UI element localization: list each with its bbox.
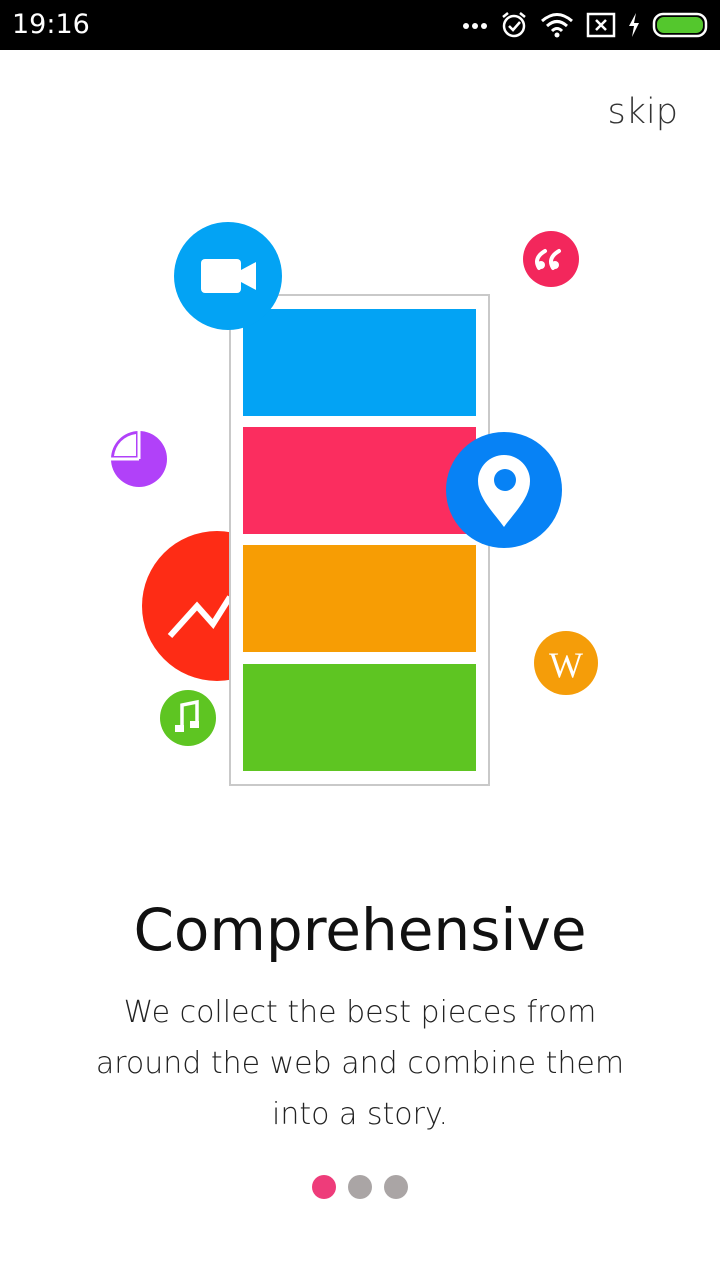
onboarding-description: We collect the best pieces from around t… [95,995,625,1132]
quote-icon [523,231,579,287]
onboarding-title: Comprehensive [133,896,587,964]
page-indicator [0,1175,720,1199]
wiki-letter: W [549,645,583,685]
location-pin-icon [446,432,562,548]
page-dot-2[interactable] [348,1175,372,1199]
page-dot-1[interactable] [312,1175,336,1199]
pie-chart-icon [111,431,167,487]
wikipedia-icon: W [534,631,598,695]
onboarding-illustration: W [111,222,598,786]
video-camera-icon [174,222,282,330]
phone-illustration [229,294,490,786]
green-block [243,664,476,771]
music-note-icon [160,690,216,746]
page-dot-3[interactable] [384,1175,408,1199]
blue-block [243,309,476,416]
pink-block [243,427,476,534]
orange-block [243,545,476,652]
